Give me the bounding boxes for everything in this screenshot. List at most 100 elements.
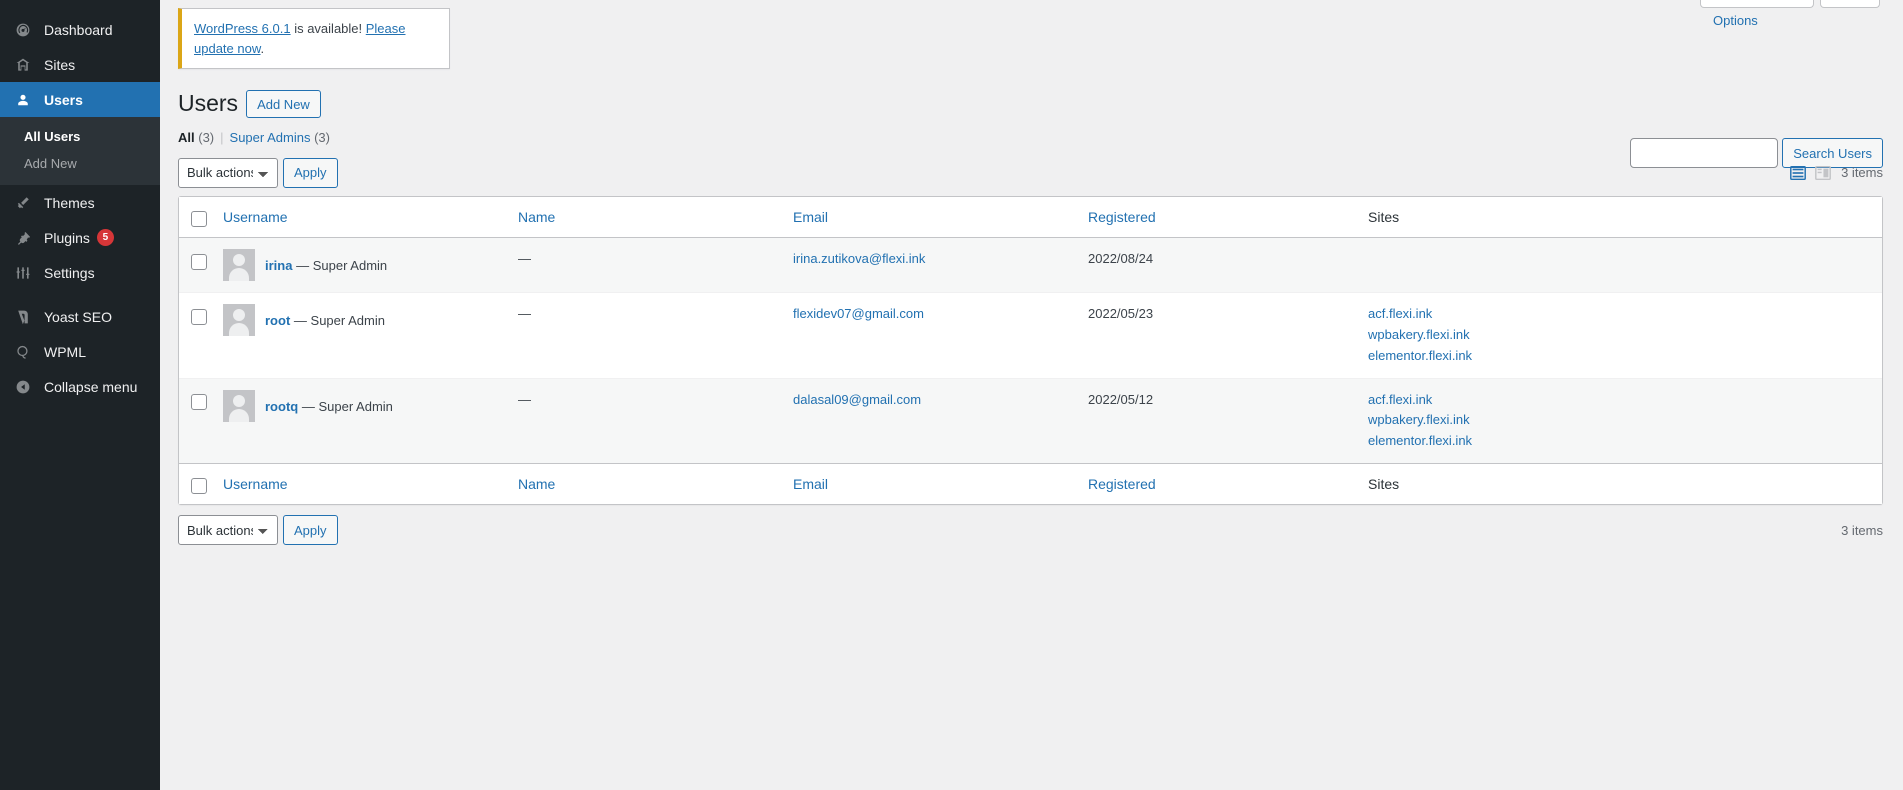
screen-meta-links: Screen Options Help — [1700, 0, 1880, 28]
column-label-sites-footer: Sites — [1368, 476, 1400, 493]
username-link[interactable]: root — [265, 313, 290, 328]
select-all-checkbox-bottom[interactable] — [191, 478, 207, 495]
email-link[interactable]: dalasal09@gmail.com — [793, 392, 921, 407]
sidebar-item-users[interactable]: Users — [0, 82, 168, 117]
sidebar-item-label: Settings — [44, 264, 95, 281]
sidebar-separator — [0, 290, 160, 299]
apply-button-top[interactable]: Apply — [283, 157, 338, 188]
notice-trailing-text: . — [260, 40, 265, 56]
column-header-email[interactable]: Email — [783, 196, 1078, 239]
row-select-cell — [179, 238, 213, 293]
cell-registered: 2022/05/23 — [1078, 292, 1358, 377]
sidebar-item-themes[interactable]: Themes — [0, 185, 160, 220]
filter-all[interactable]: All (3) — [178, 130, 214, 145]
sidebar-item-yoast-seo[interactable]: Yoast SEO — [0, 299, 160, 334]
column-footer-registered[interactable]: Registered — [1078, 462, 1358, 505]
help-tab[interactable]: Help — [1820, 0, 1880, 8]
notice-middle-text: is available! — [290, 21, 366, 36]
table-foot: Username Name Email Registered Sites — [179, 462, 1882, 505]
screen-options-tab[interactable]: Screen Options — [1700, 0, 1814, 28]
admin-sidebar: Dashboard Sites Users All Users Add New … — [0, 0, 168, 790]
update-notice: WordPress 6.0.1 is available! Please upd… — [178, 8, 450, 69]
user-role-suffix: — Super Admin — [296, 258, 388, 274]
filter-all-count: (3) — [198, 129, 215, 145]
sidebar-item-sites[interactable]: Sites — [0, 47, 160, 82]
submenu-item-add-new[interactable]: Add New — [0, 150, 160, 177]
sidebar-item-plugins[interactable]: Plugins 5 — [0, 220, 160, 255]
admin-layout: Dashboard Sites Users All Users Add New … — [0, 0, 1903, 790]
cell-sites — [1358, 238, 1882, 293]
filter-super-admins[interactable]: Super Admins (3) — [230, 130, 330, 145]
sort-name-link[interactable]: Name — [518, 209, 555, 225]
sidebar-item-label: Sites — [44, 56, 76, 73]
cell-sites: acf.flexi.ink wpbakery.flexi.ink element… — [1358, 292, 1882, 377]
avatar — [223, 304, 255, 337]
cell-sites: acf.flexi.ink wpbakery.flexi.ink element… — [1358, 377, 1882, 463]
sort-username-link[interactable]: Username — [223, 209, 288, 225]
sidebar-item-label: Users — [44, 91, 83, 108]
row-checkbox[interactable] — [191, 394, 207, 411]
column-header-name[interactable]: Name — [508, 196, 783, 239]
column-header-registered[interactable]: Registered — [1078, 196, 1358, 239]
site-link[interactable]: acf.flexi.ink — [1368, 304, 1882, 325]
column-label-sites: Sites — [1368, 208, 1400, 225]
site-link[interactable]: elementor.flexi.ink — [1368, 431, 1882, 452]
avatar — [223, 249, 255, 282]
filter-separator: | — [220, 129, 224, 145]
main-content: Screen Options Help WordPress 6.0.1 is a… — [160, 0, 1903, 790]
plugins-icon — [12, 230, 34, 246]
email-link[interactable]: flexidev07@gmail.com — [793, 306, 924, 321]
select-all-checkbox-top[interactable] — [191, 211, 207, 228]
items-count-top: 3 items — [1841, 165, 1883, 181]
table-row: irina — Super Admin — irina.zutikova@fle… — [179, 238, 1882, 293]
column-header-username[interactable]: Username — [213, 196, 508, 239]
column-footer-name[interactable]: Name — [508, 462, 783, 505]
select-all-footer — [179, 462, 213, 505]
column-footer-username[interactable]: Username — [213, 462, 508, 505]
sort-username-link-footer[interactable]: Username — [223, 476, 288, 492]
row-select-cell — [179, 377, 213, 463]
sidebar-item-wpml[interactable]: WPML — [0, 334, 160, 369]
site-link[interactable]: wpbakery.flexi.ink — [1368, 325, 1882, 346]
row-checkbox[interactable] — [191, 253, 207, 270]
table-body: irina — Super Admin — irina.zutikova@fle… — [179, 238, 1882, 463]
tablenav-right-bottom: 3 items — [1841, 523, 1883, 538]
cell-name: — — [508, 292, 783, 377]
sort-email-link-footer[interactable]: Email — [793, 476, 828, 492]
username-link[interactable]: rootq — [265, 399, 298, 414]
table-header-row: Username Name Email Registered Sites — [179, 196, 1882, 239]
sort-email-link[interactable]: Email — [793, 209, 828, 225]
excerpt-view-icon[interactable] — [1813, 163, 1833, 183]
sidebar-item-settings[interactable]: Settings — [0, 255, 160, 290]
cell-username: rootq — Super Admin — [213, 377, 508, 463]
sort-name-link-footer[interactable]: Name — [518, 476, 555, 492]
email-link[interactable]: irina.zutikova@flexi.ink — [793, 251, 925, 266]
bulk-actions-select-top[interactable]: Bulk actions Delete — [178, 157, 278, 188]
wordpress-version-link[interactable]: WordPress 6.0.1 — [194, 21, 291, 36]
sidebar-item-dashboard[interactable]: Dashboard — [0, 12, 160, 47]
sidebar-item-collapse-menu[interactable]: Collapse menu — [0, 369, 160, 404]
filter-super-admins-link[interactable]: Super Admins — [230, 130, 311, 145]
yoast-seo-icon — [12, 309, 34, 325]
site-link[interactable]: elementor.flexi.ink — [1368, 346, 1882, 367]
site-link[interactable]: wpbakery.flexi.ink — [1368, 410, 1882, 431]
view-switch — [1788, 163, 1833, 183]
table-row: rootq — Super Admin — dalasal09@gmail.co… — [179, 377, 1882, 463]
column-footer-email[interactable]: Email — [783, 462, 1078, 505]
site-link[interactable]: acf.flexi.ink — [1368, 390, 1882, 411]
username-link[interactable]: irina — [265, 258, 292, 273]
row-checkbox[interactable] — [191, 308, 207, 325]
cell-email: flexidev07@gmail.com — [783, 292, 1078, 377]
users-icon — [12, 92, 34, 108]
list-view-icon[interactable] — [1788, 163, 1808, 183]
sort-registered-link[interactable]: Registered — [1088, 209, 1156, 225]
filter-all-link[interactable]: All — [178, 130, 195, 145]
bulk-actions-select-bottom[interactable]: Bulk actions Delete — [178, 515, 278, 546]
screen-options-label: Screen Options — [1713, 13, 1758, 28]
add-new-user-button[interactable]: Add New — [246, 89, 321, 118]
submenu-item-all-users[interactable]: All Users — [0, 123, 160, 150]
cell-username: irina — Super Admin — [213, 238, 508, 293]
sort-registered-link-footer[interactable]: Registered — [1088, 476, 1156, 492]
tablenav-bottom: Bulk actions Delete Apply 3 items — [178, 515, 1883, 546]
apply-button-bottom[interactable]: Apply — [283, 515, 338, 546]
